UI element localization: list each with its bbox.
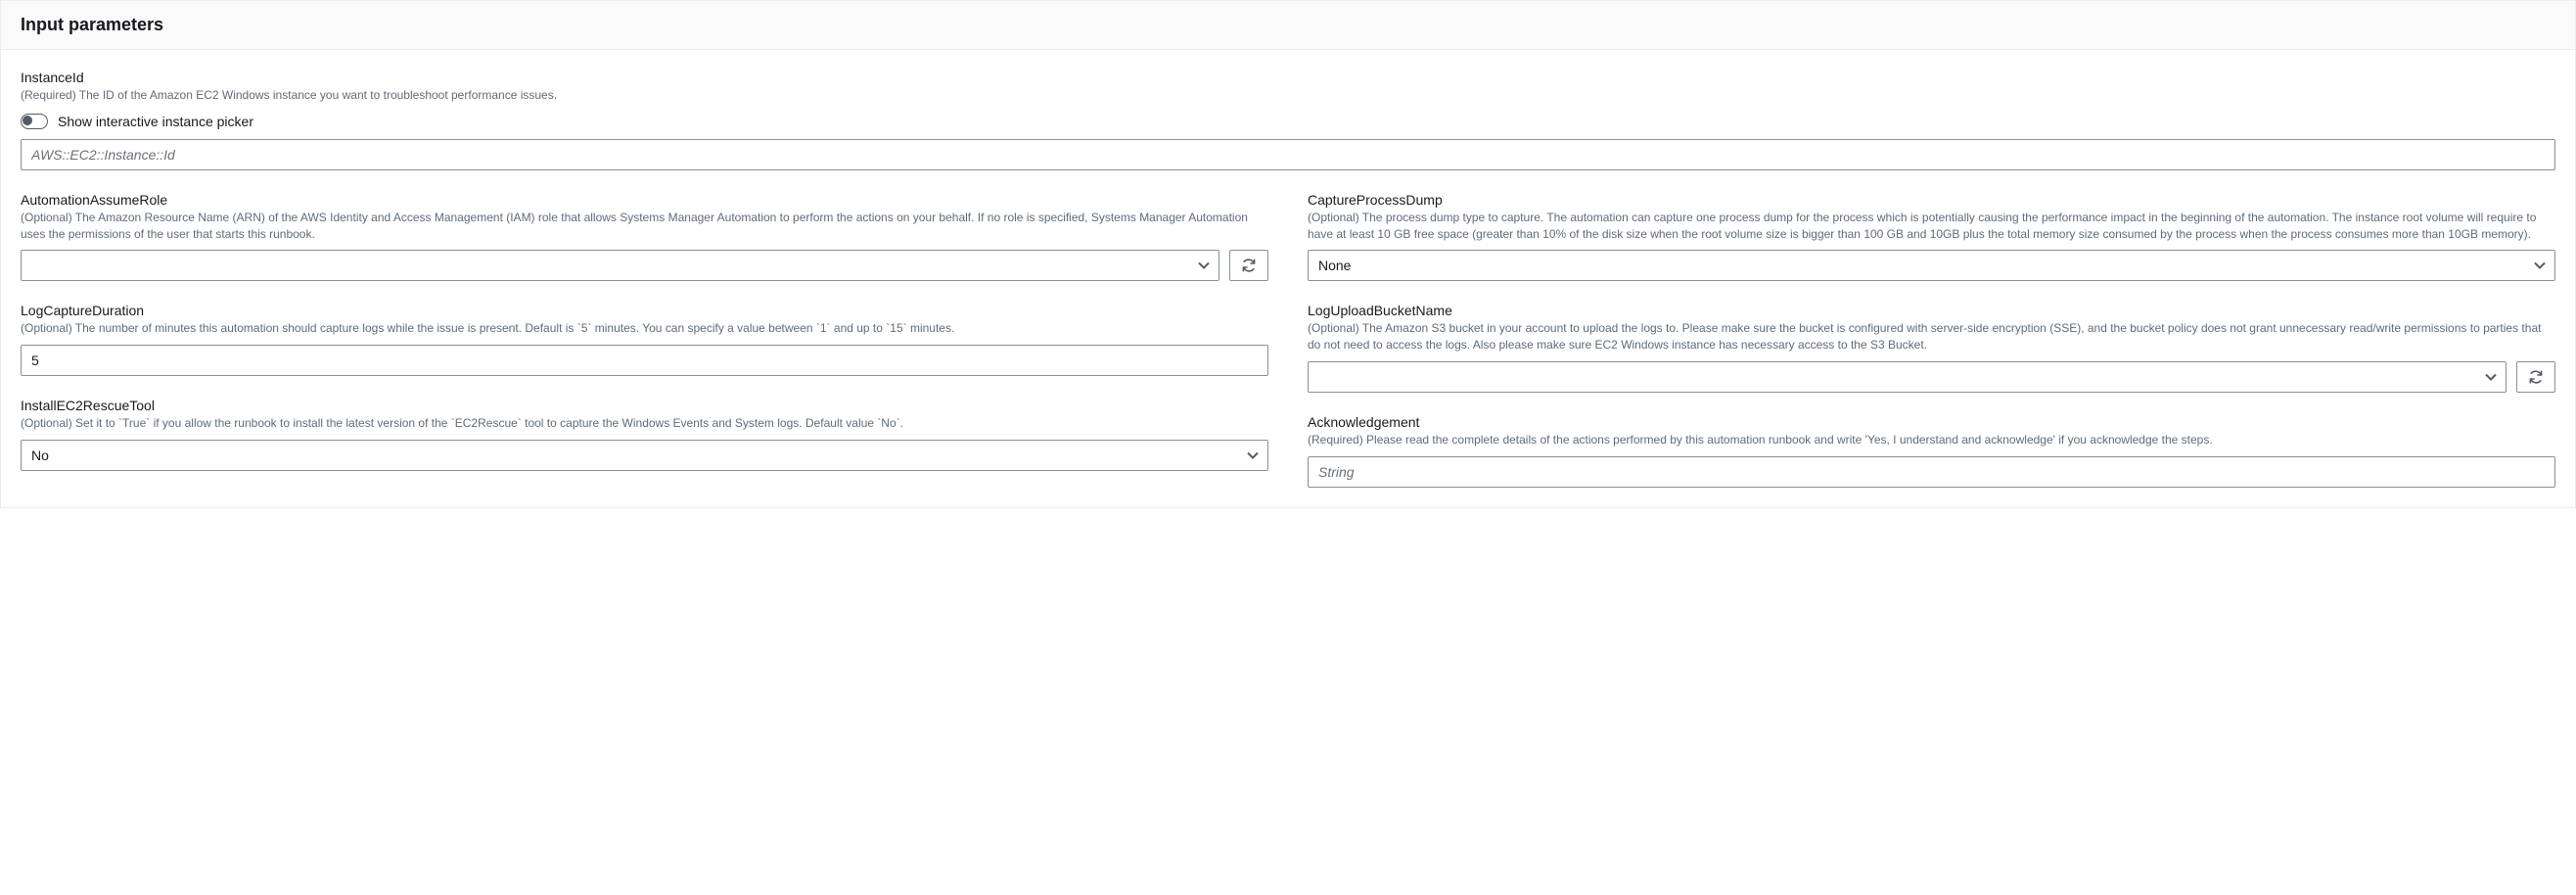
automation-assume-role-refresh-button[interactable] xyxy=(1229,250,1268,281)
acknowledgement-label: Acknowledgement xyxy=(1308,414,2555,430)
field-automation-assume-role: AutomationAssumeRole (Optional) The Amaz… xyxy=(21,192,1268,282)
panel-header: Input parameters xyxy=(1,1,2575,50)
install-ec2rescue-tool-value: No xyxy=(31,448,49,463)
field-log-capture-duration: LogCaptureDuration (Optional) The number… xyxy=(21,303,1268,376)
field-capture-process-dump: CaptureProcessDump (Optional) The proces… xyxy=(1308,192,2555,282)
log-upload-bucket-name-label: LogUploadBucketName xyxy=(1308,303,2555,318)
instance-id-input[interactable] xyxy=(21,139,2555,170)
log-upload-bucket-name-desc: (Optional) The Amazon S3 bucket in your … xyxy=(1308,320,2555,353)
log-upload-bucket-name-refresh-button[interactable] xyxy=(2516,361,2555,393)
toggle-knob xyxy=(23,116,32,125)
panel-body: InstanceId (Required) The ID of the Amaz… xyxy=(1,50,2575,507)
field-instance-id: InstanceId (Required) The ID of the Amaz… xyxy=(21,70,2555,170)
right-column: CaptureProcessDump (Optional) The proces… xyxy=(1308,192,2555,488)
instance-picker-toggle[interactable] xyxy=(21,114,48,129)
install-ec2rescue-tool-select-wrap: No xyxy=(21,440,1268,471)
log-capture-duration-label: LogCaptureDuration xyxy=(21,303,1268,318)
automation-assume-role-select-wrap xyxy=(21,250,1219,281)
instance-picker-toggle-label: Show interactive instance picker xyxy=(58,114,253,129)
capture-process-dump-label: CaptureProcessDump xyxy=(1308,192,2555,208)
log-upload-bucket-name-input-row xyxy=(1308,361,2555,393)
automation-assume-role-input-row xyxy=(21,250,1268,281)
install-ec2rescue-tool-label: InstallEC2RescueTool xyxy=(21,398,1268,413)
panel-title: Input parameters xyxy=(21,15,2555,35)
field-log-upload-bucket-name: LogUploadBucketName (Optional) The Amazo… xyxy=(1308,303,2555,393)
field-acknowledgement: Acknowledgement (Required) Please read t… xyxy=(1308,414,2555,488)
automation-assume-role-desc: (Optional) The Amazon Resource Name (ARN… xyxy=(21,210,1268,243)
automation-assume-role-select[interactable] xyxy=(21,250,1219,281)
install-ec2rescue-tool-desc: (Optional) Set it to `True` if you allow… xyxy=(21,415,1268,432)
log-capture-duration-input[interactable] xyxy=(21,345,1268,376)
input-parameters-panel: Input parameters InstanceId (Required) T… xyxy=(0,0,2576,508)
install-ec2rescue-tool-select[interactable]: No xyxy=(21,440,1268,471)
capture-process-dump-select-wrap: None xyxy=(1308,250,2555,281)
acknowledgement-input[interactable] xyxy=(1308,456,2555,488)
field-install-ec2rescue-tool: InstallEC2RescueTool (Optional) Set it t… xyxy=(21,398,1268,471)
left-column: AutomationAssumeRole (Optional) The Amaz… xyxy=(21,192,1268,488)
capture-process-dump-select[interactable]: None xyxy=(1308,250,2555,281)
instance-id-label: InstanceId xyxy=(21,70,2555,85)
capture-process-dump-desc: (Optional) The process dump type to capt… xyxy=(1308,210,2555,243)
acknowledgement-desc: (Required) Please read the complete deta… xyxy=(1308,432,2555,448)
log-upload-bucket-name-select[interactable] xyxy=(1308,361,2507,393)
instance-id-desc: (Required) The ID of the Amazon EC2 Wind… xyxy=(21,87,2555,104)
two-column-layout: AutomationAssumeRole (Optional) The Amaz… xyxy=(21,192,2555,488)
instance-picker-toggle-row: Show interactive instance picker xyxy=(21,114,2555,129)
log-capture-duration-desc: (Optional) The number of minutes this au… xyxy=(21,320,1268,337)
automation-assume-role-label: AutomationAssumeRole xyxy=(21,192,1268,208)
refresh-icon xyxy=(1241,258,1257,273)
capture-process-dump-value: None xyxy=(1318,258,1351,273)
log-upload-bucket-name-select-wrap xyxy=(1308,361,2507,393)
refresh-icon xyxy=(2528,369,2544,385)
